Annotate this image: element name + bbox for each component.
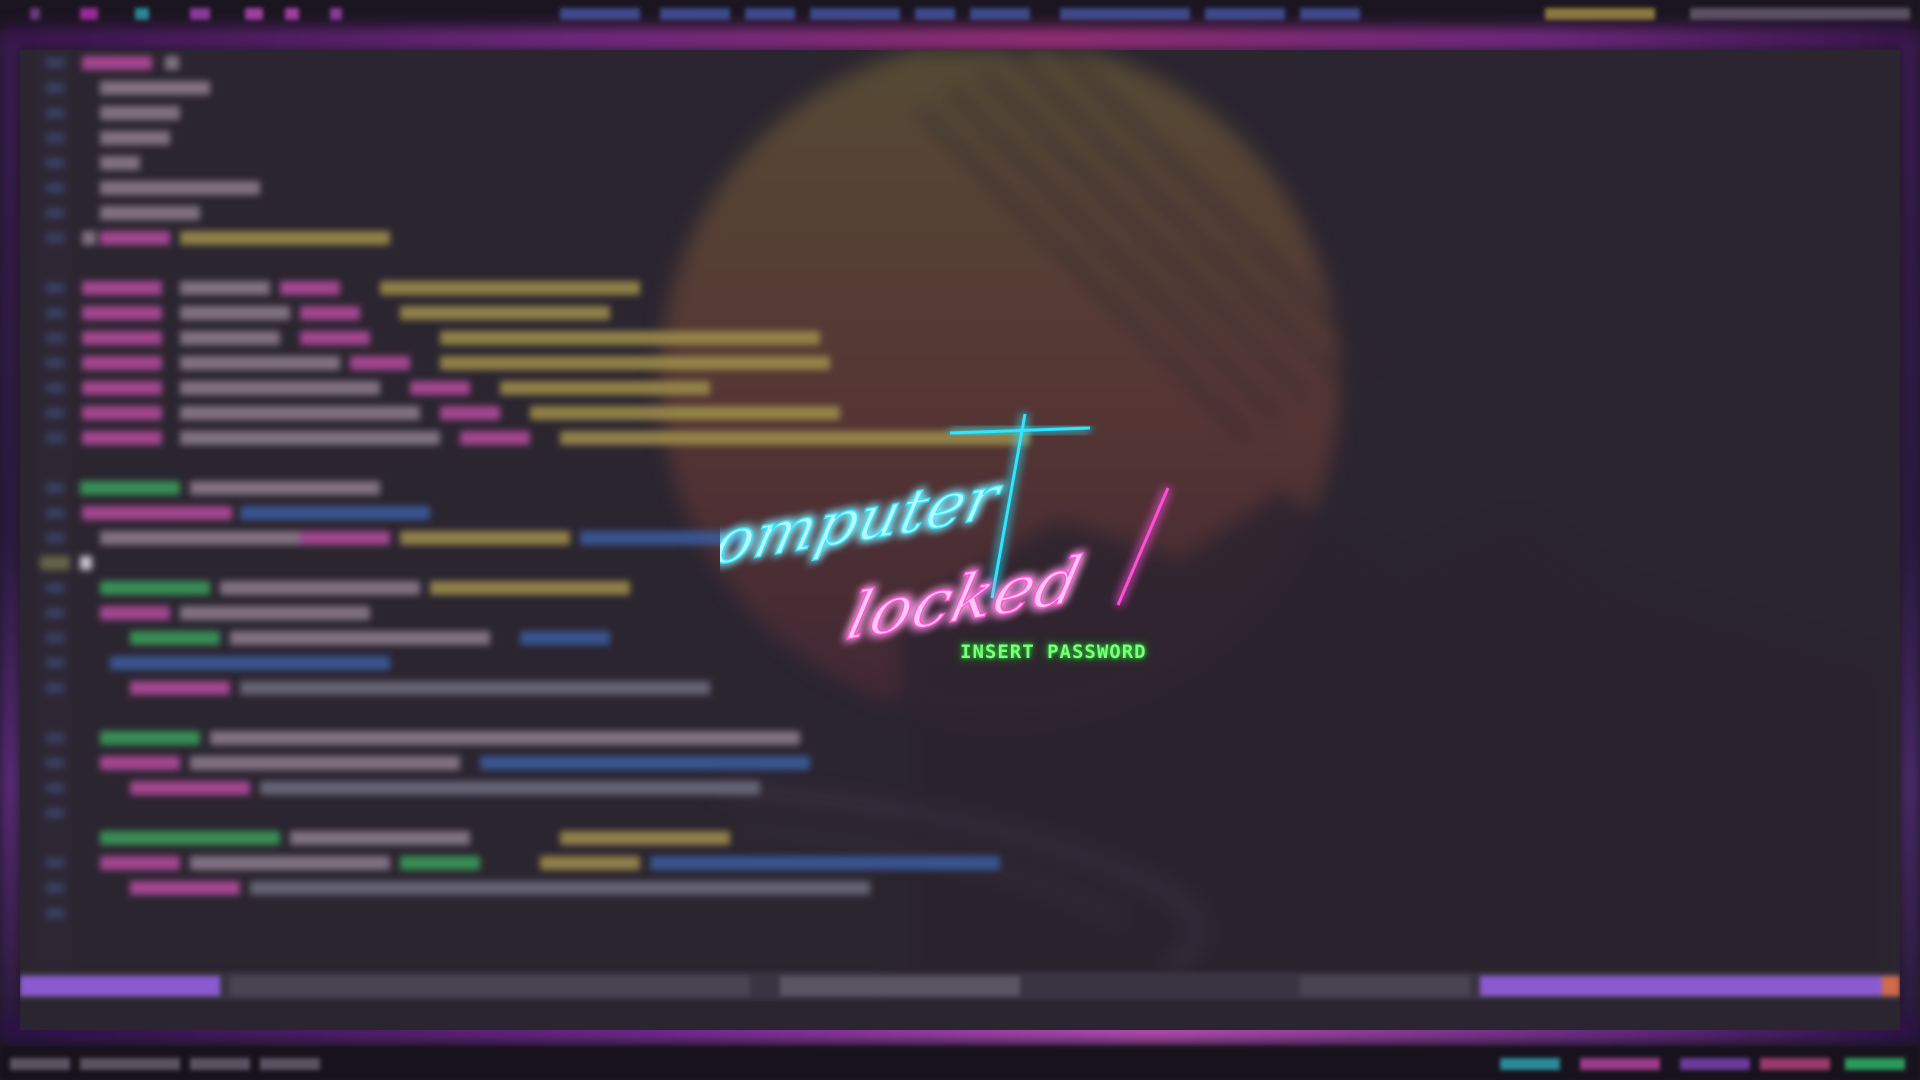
- lock-overlay: computer locked INSERT PASSWORD: [720, 400, 1200, 680]
- editor-status-line: [20, 972, 1900, 1000]
- bottom-panel: [0, 1046, 1920, 1080]
- frame-glow-top: [0, 28, 1920, 50]
- editor-command-line: [20, 1002, 1900, 1030]
- line-number-gutter: [38, 50, 72, 970]
- title-line-2: locked: [840, 542, 1088, 656]
- lock-screen: computer locked INSERT PASSWORD: [0, 0, 1920, 1080]
- frame-glow-right: [1900, 40, 1920, 1030]
- password-prompt: INSERT PASSWORD: [960, 641, 1147, 663]
- top-panel: [0, 0, 1920, 30]
- frame-glow-left: [0, 40, 20, 1030]
- neon-lock-logo: computer locked: [720, 413, 1170, 656]
